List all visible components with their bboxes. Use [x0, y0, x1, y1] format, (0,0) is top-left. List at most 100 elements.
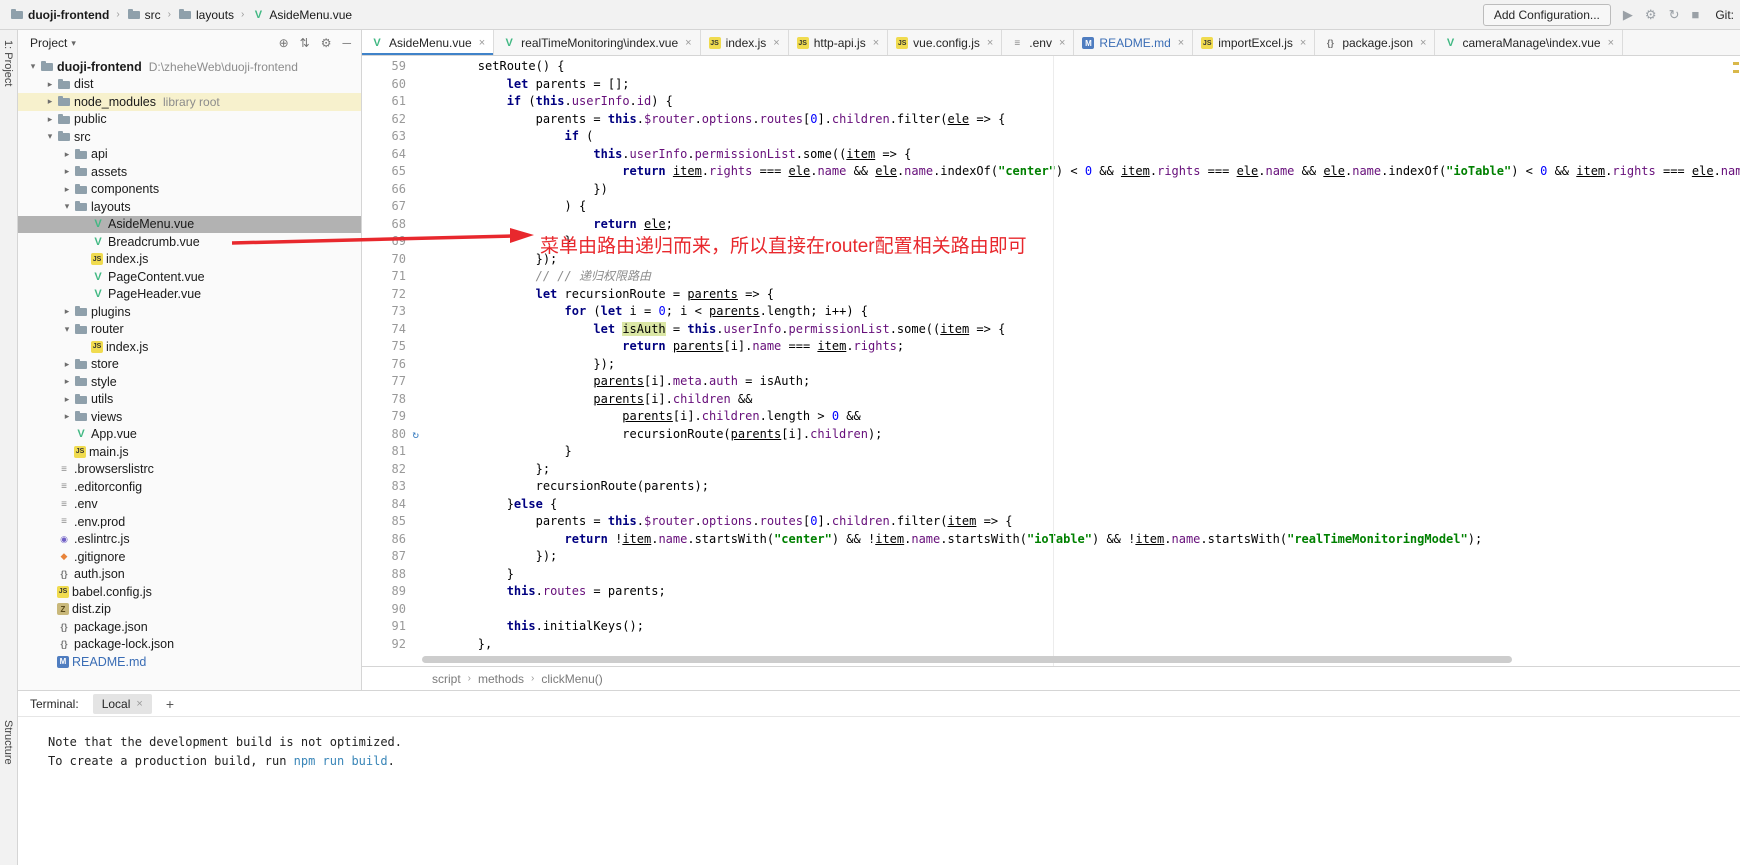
tree-item[interactable]: ▸store — [18, 356, 361, 374]
tree-item[interactable]: ▸plugins — [18, 303, 361, 321]
code-line[interactable]: 91 this.initialKeys(); — [362, 618, 1740, 636]
breadcrumb-item[interactable]: duoji-frontend — [8, 8, 111, 22]
code-line[interactable]: 80↻ recursionRoute(parents[i].children); — [362, 426, 1740, 444]
code-line[interactable]: 66 }) — [362, 181, 1740, 199]
tree-item[interactable]: ▾router — [18, 321, 361, 339]
editor-tab[interactable]: JShttp-api.js× — [789, 30, 888, 56]
code-line[interactable]: 62 parents = this.$router.options.routes… — [362, 111, 1740, 129]
code-line[interactable]: 88 } — [362, 566, 1740, 584]
editor-breadcrumb-item[interactable]: clickMenu() — [541, 672, 602, 686]
debug-button[interactable]: ⚙ — [1645, 7, 1657, 23]
close-tab-icon[interactable]: × — [987, 37, 993, 49]
chevron-collapsed-icon[interactable]: ▸ — [43, 114, 57, 125]
chevron-expanded-icon[interactable]: ▾ — [60, 324, 74, 335]
stop-button[interactable]: ■ — [1691, 7, 1699, 22]
chevron-expanded-icon[interactable]: ▾ — [43, 131, 57, 142]
code-line[interactable]: 84 }else { — [362, 496, 1740, 514]
tree-item[interactable]: VPageHeader.vue — [18, 286, 361, 304]
tree-item[interactable]: ▸utils — [18, 391, 361, 409]
close-tab-icon[interactable]: × — [873, 37, 879, 49]
code-line[interactable]: 92 }, — [362, 636, 1740, 654]
sync-button[interactable]: ↻ — [1669, 7, 1680, 23]
tree-item[interactable]: ▸api — [18, 146, 361, 164]
tree-item[interactable]: ▸node_moduleslibrary root — [18, 93, 361, 111]
code-line[interactable]: 65 return item.rights === ele.name && el… — [362, 163, 1740, 181]
close-tab-icon[interactable]: × — [1059, 37, 1065, 49]
terminal-tab-local[interactable]: Local × — [93, 694, 152, 714]
tree-item[interactable]: ≡.env.prod — [18, 513, 361, 531]
tree-item[interactable]: VPageContent.vue — [18, 268, 361, 286]
code-line[interactable]: 68 return ele; — [362, 216, 1740, 234]
tree-item[interactable]: ▸style — [18, 373, 361, 391]
tree-item[interactable]: ≡.editorconfig — [18, 478, 361, 496]
chevron-expanded-icon[interactable]: ▾ — [60, 201, 74, 212]
tree-item[interactable]: ▸public — [18, 111, 361, 129]
chevron-collapsed-icon[interactable]: ▸ — [60, 184, 74, 195]
code-line[interactable]: 67 ) { — [362, 198, 1740, 216]
code-line[interactable]: 90 — [362, 601, 1740, 619]
project-panel-title[interactable]: Project — [30, 36, 67, 50]
tree-item[interactable]: ◆.gitignore — [18, 548, 361, 566]
chevron-collapsed-icon[interactable]: ▸ — [43, 96, 57, 107]
code-line[interactable]: 72 let recursionRoute = parents => { — [362, 286, 1740, 304]
tree-item[interactable]: ▸views — [18, 408, 361, 426]
tree-item[interactable]: ▸assets — [18, 163, 361, 181]
chevron-collapsed-icon[interactable]: ▸ — [60, 376, 74, 387]
collapse-icon[interactable]: ⇅ — [300, 36, 310, 50]
code-line[interactable]: 73 for (let i = 0; i < parents.length; i… — [362, 303, 1740, 321]
code-line[interactable]: 61 if (this.userInfo.id) { — [362, 93, 1740, 111]
tree-item[interactable]: Zdist.zip — [18, 601, 361, 619]
chevron-down-icon[interactable]: ▾ — [71, 38, 76, 49]
chevron-collapsed-icon[interactable]: ▸ — [60, 411, 74, 422]
editor-tab[interactable]: VAsideMenu.vue× — [362, 30, 494, 56]
code-line[interactable]: 69 } — [362, 233, 1740, 251]
breadcrumb-item[interactable]: src — [125, 8, 163, 22]
close-tab-icon[interactable]: × — [1178, 37, 1184, 49]
editor-tab[interactable]: ≡.env× — [1002, 30, 1074, 56]
code-line[interactable]: 60 let parents = []; — [362, 76, 1740, 94]
editor-breadcrumb-item[interactable]: methods — [478, 672, 524, 686]
code-line[interactable]: 78 parents[i].children && — [362, 391, 1740, 409]
git-label[interactable]: Git: — [1715, 8, 1734, 22]
code-line[interactable]: 59 setRoute() { — [362, 58, 1740, 76]
editor-tab[interactable]: JSindex.js× — [701, 30, 789, 56]
tree-item[interactable]: {}package.json — [18, 618, 361, 636]
add-configuration-button[interactable]: Add Configuration... — [1483, 4, 1611, 26]
tree-item[interactable]: {}package-lock.json — [18, 636, 361, 654]
editor-tab[interactable]: VrealTimeMonitoring\index.vue× — [494, 30, 700, 56]
terminal-output[interactable]: Note that the development build is not o… — [18, 717, 1740, 865]
tree-item[interactable]: ▾src — [18, 128, 361, 146]
close-tab-icon[interactable]: × — [773, 37, 779, 49]
chevron-collapsed-icon[interactable]: ▸ — [60, 359, 74, 370]
chevron-collapsed-icon[interactable]: ▸ — [60, 166, 74, 177]
close-tab-icon[interactable]: × — [1608, 37, 1614, 49]
tree-item[interactable]: VApp.vue — [18, 426, 361, 444]
run-button[interactable]: ▶ — [1623, 7, 1633, 23]
editor-tab[interactable]: VcameraManage\index.vue× — [1435, 30, 1623, 56]
tree-item[interactable]: VAsideMenu.vue — [18, 216, 361, 234]
chevron-collapsed-icon[interactable]: ▸ — [60, 306, 74, 317]
chevron-collapsed-icon[interactable]: ▸ — [60, 149, 74, 160]
code-line[interactable]: 89 this.routes = parents; — [362, 583, 1740, 601]
editor-tab[interactable]: JSvue.config.js× — [888, 30, 1002, 56]
code-line[interactable]: 83 recursionRoute(parents); — [362, 478, 1740, 496]
close-tab-icon[interactable]: × — [1300, 37, 1306, 49]
tree-item[interactable]: ≡.env — [18, 496, 361, 514]
close-tab-icon[interactable]: × — [685, 37, 691, 49]
code-line[interactable]: 70 }); — [362, 251, 1740, 269]
code-line[interactable]: 87 }); — [362, 548, 1740, 566]
tree-item[interactable]: ◉.eslintrc.js — [18, 531, 361, 549]
code-line[interactable]: 64 this.userInfo.permissionList.some((it… — [362, 146, 1740, 164]
code-line[interactable]: 71 // // 递归权限路由 — [362, 268, 1740, 286]
hide-icon[interactable]: ─ — [342, 36, 351, 50]
editor-tab[interactable]: JSimportExcel.js× — [1193, 30, 1315, 56]
tree-item[interactable]: ▾layouts — [18, 198, 361, 216]
code-editor[interactable]: 59 setRoute() {60 let parents = [];61 if… — [362, 56, 1740, 666]
breadcrumb-item[interactable]: layouts — [176, 8, 236, 22]
tree-item[interactable]: ≡.browserslistrc — [18, 461, 361, 479]
tree-item[interactable]: MREADME.md — [18, 653, 361, 671]
code-line[interactable]: 86 return !item.name.startsWith("center"… — [362, 531, 1740, 549]
code-line[interactable]: 77 parents[i].meta.auth = isAuth; — [362, 373, 1740, 391]
tree-item[interactable]: ▸dist — [18, 76, 361, 94]
code-line[interactable]: 63 if ( — [362, 128, 1740, 146]
